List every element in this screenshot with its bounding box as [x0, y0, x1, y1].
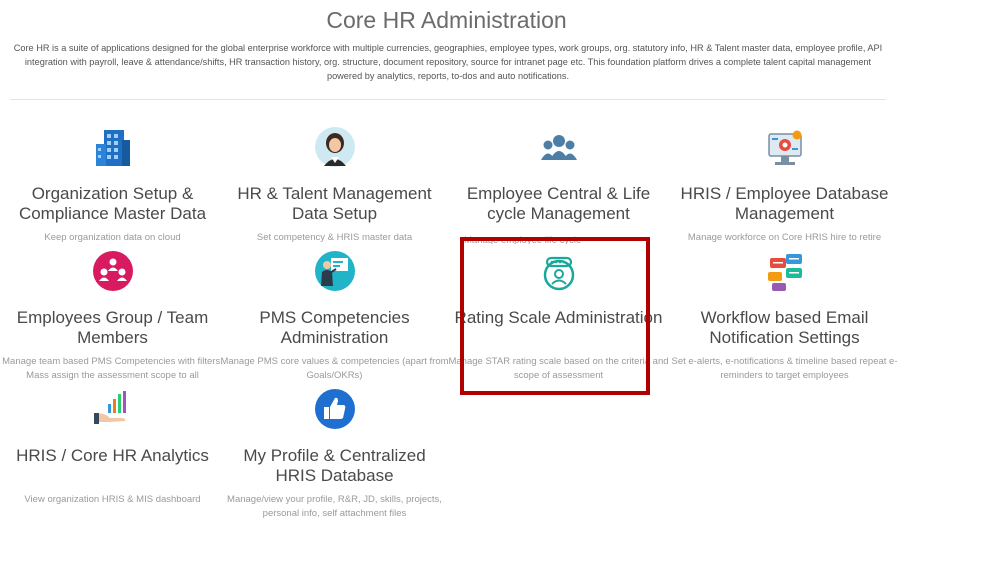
card-description: Keep organization data on cloud	[44, 232, 181, 243]
presenter-icon	[314, 251, 355, 291]
thumbs-up-icon	[314, 389, 355, 429]
card-title: Employee Central & Life cycle Management	[466, 184, 651, 223]
highlight-box	[460, 237, 650, 395]
card-title: My Profile & Centralized HRIS Database	[243, 446, 426, 485]
page-description: Core HR is a suite of applications desig…	[13, 43, 883, 81]
card-description: Manage team based PMS Competencies with …	[2, 356, 223, 381]
card-description: Set e-alerts, e-notifications & timeline…	[671, 356, 898, 381]
page-title: Core HR Administration	[326, 7, 567, 33]
card-title: HRIS / Employee Database Management	[680, 184, 889, 223]
card-description: Manage PMS core values & competencies (a…	[220, 356, 449, 381]
team-circle-icon	[92, 251, 133, 291]
card-title: PMS Competencies Administration	[259, 308, 410, 347]
card-title: Employees Group / Team Members	[16, 308, 209, 347]
analytics-hand-icon	[93, 391, 126, 424]
card-title: Workflow based Email Notification Settin…	[700, 308, 869, 347]
card-description: View organization HRIS & MIS dashboard	[24, 494, 201, 505]
card-title: Organization Setup & Compliance Master D…	[18, 184, 207, 223]
card-title: HR & Talent Management Data Setup	[237, 184, 432, 223]
building-icon	[95, 130, 130, 166]
divider	[10, 99, 886, 100]
card-description: Manage workforce on Core HRIS hire to re…	[687, 232, 882, 243]
chat-bubbles-icon	[767, 254, 802, 291]
database-monitor-icon	[767, 130, 802, 165]
card-title: HRIS / Core HR Analytics	[16, 446, 209, 465]
female-avatar-icon	[314, 127, 355, 167]
card-description: Manage/view your profile, R&R, JD, skill…	[227, 494, 442, 519]
card-description: Set competency & HRIS master data	[256, 232, 413, 243]
people-group-icon	[540, 135, 577, 160]
